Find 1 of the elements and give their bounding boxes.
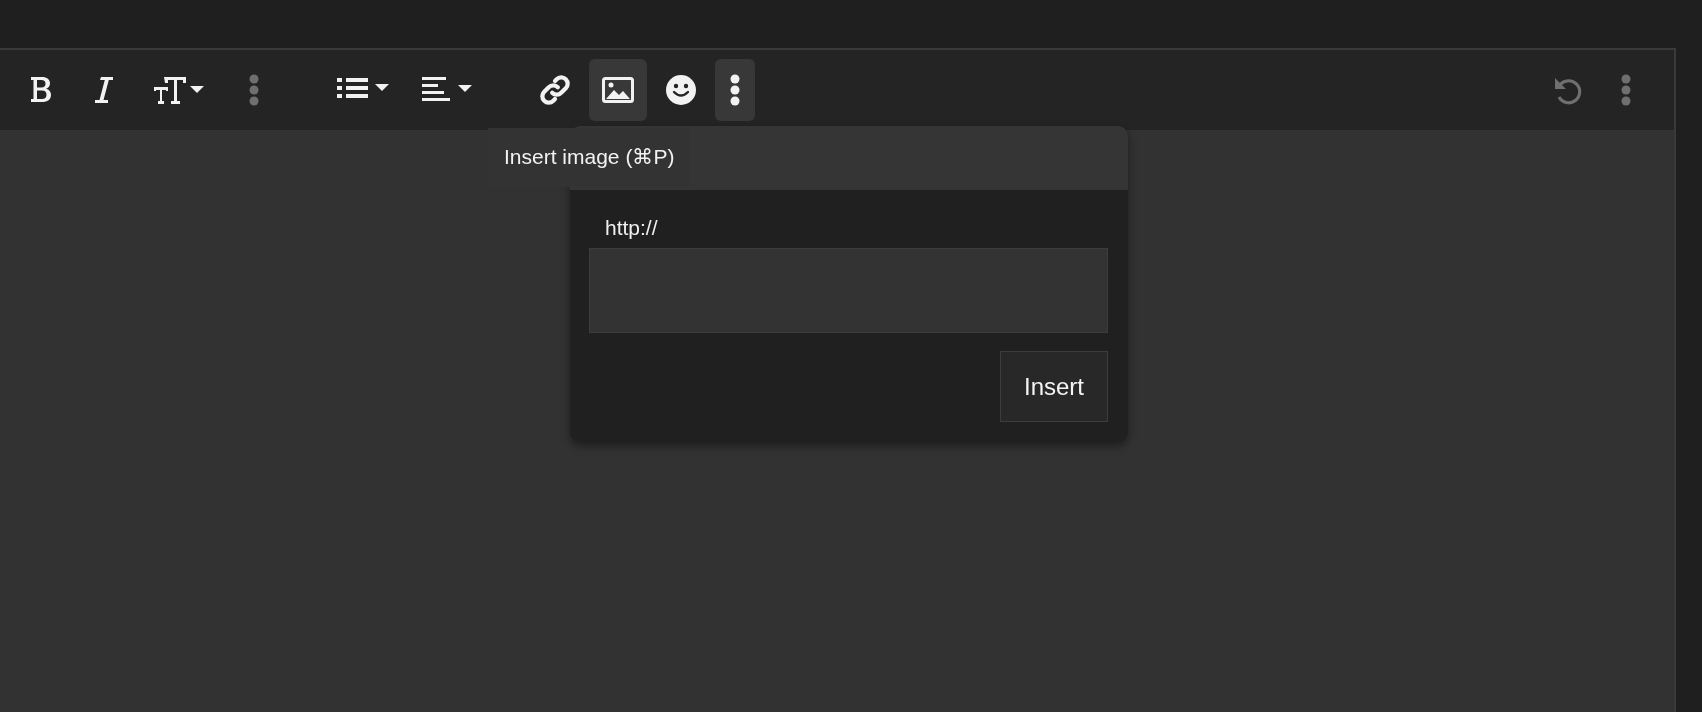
url-label: http:// [604,216,659,240]
